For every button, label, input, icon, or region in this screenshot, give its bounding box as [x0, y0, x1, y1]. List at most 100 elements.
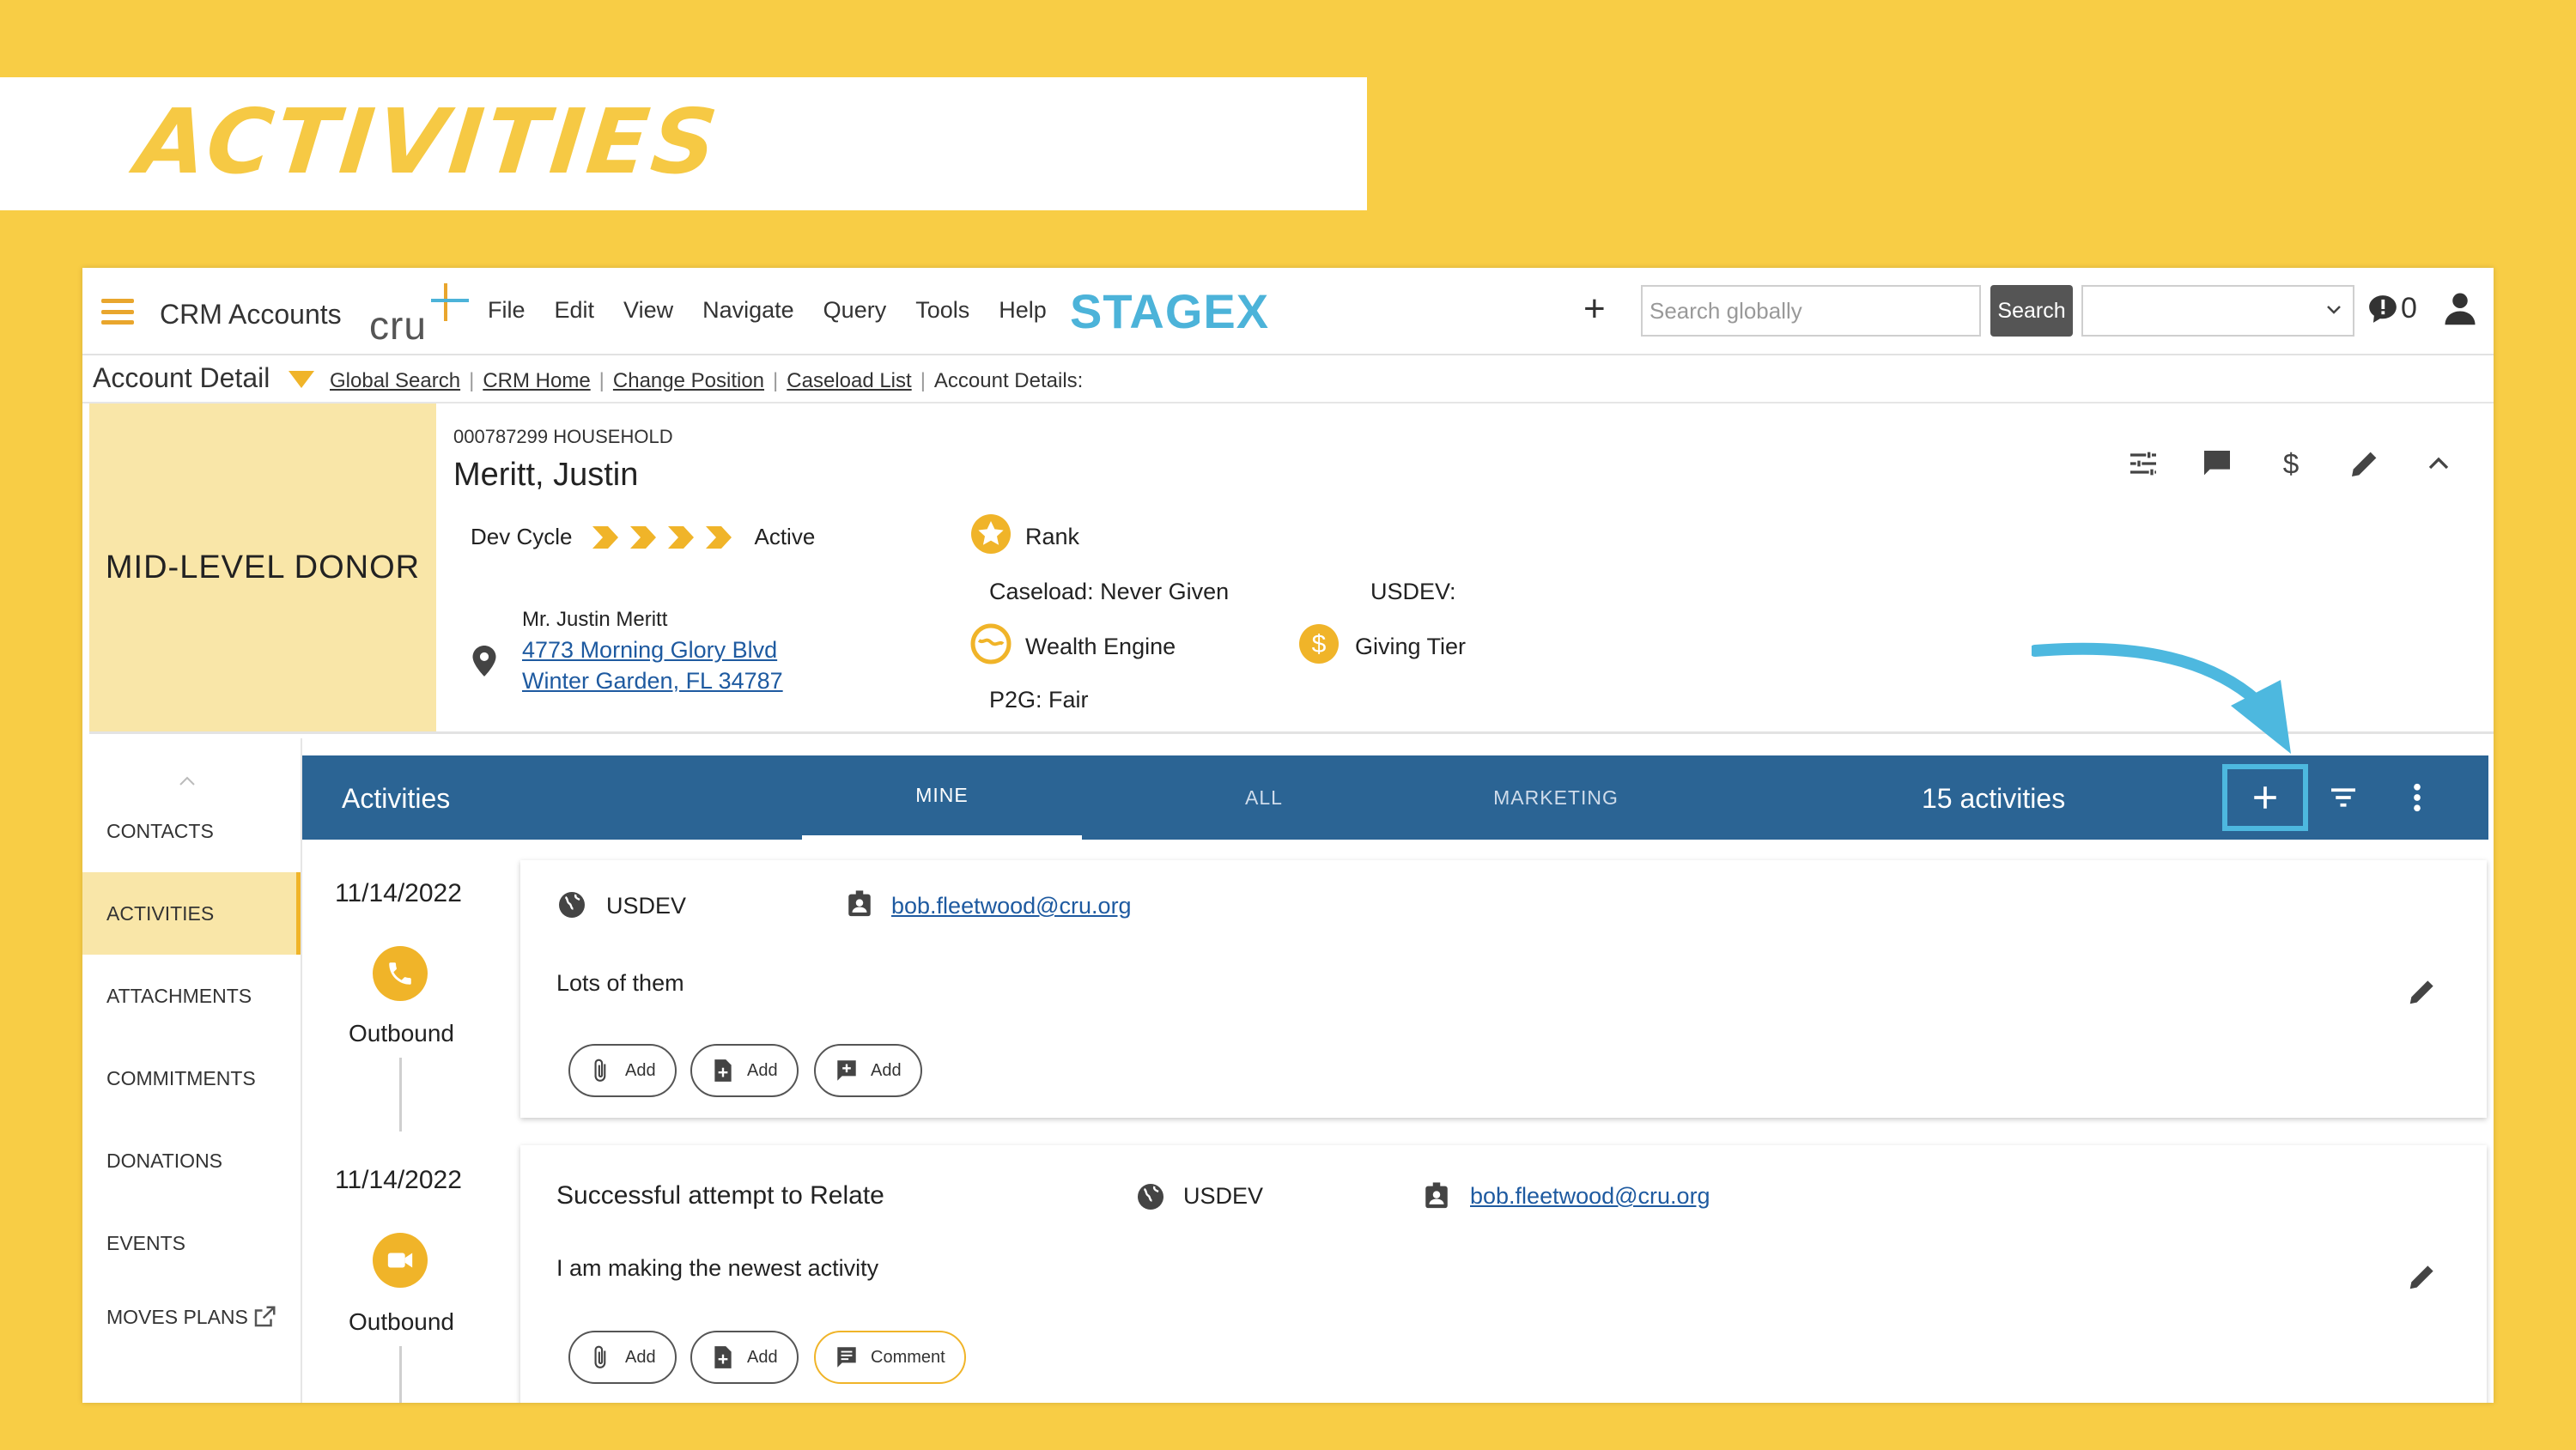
add-document-button[interactable]: Add: [690, 1044, 799, 1097]
environment-label: STAGEX: [1070, 284, 1270, 338]
chevron-step-icon: [592, 525, 619, 549]
add-activity-button[interactable]: [2222, 764, 2308, 831]
activity-date: 11/14/2022: [335, 1166, 462, 1194]
chevron-step-icon: [706, 525, 732, 549]
menu-view[interactable]: View: [623, 297, 673, 324]
tab-mine[interactable]: MINE: [802, 755, 1082, 840]
svg-text:$: $: [2283, 449, 2300, 481]
title-banner: Activities: [0, 77, 1367, 210]
dev-cycle: Dev Cycle Active: [471, 524, 815, 550]
sidebar-item-events[interactable]: EVENTS: [82, 1202, 301, 1284]
globe-icon: [1138, 1184, 1163, 1210]
menu-query[interactable]: Query: [823, 297, 887, 324]
breadcrumb-links: Global Search | CRM Home | Change Position…: [330, 369, 1084, 393]
section-dropdown-icon[interactable]: [289, 371, 314, 388]
breadcrumb-caseload-list[interactable]: Caseload List: [787, 369, 911, 393]
timeline-connector: [399, 1058, 402, 1131]
activities-header-bar: Activities MINE ALL MARKETING 15 activit…: [302, 755, 2488, 840]
position-select[interactable]: [2081, 285, 2354, 337]
notifications[interactable]: 0: [2366, 292, 2417, 325]
add-attachment-button[interactable]: Add: [568, 1044, 677, 1097]
comment-button[interactable]: Comment: [814, 1331, 966, 1384]
sidebar-item-donations[interactable]: DONATIONS: [82, 1119, 301, 1202]
button-label: Add: [625, 1347, 656, 1367]
dev-cycle-progress: [592, 525, 732, 549]
sidebar-item-activities[interactable]: ACTIVITIES: [82, 872, 301, 955]
chevron-step-icon: [668, 525, 695, 549]
annotation-arrow-icon: [2032, 642, 2291, 754]
activities-title: Activities: [342, 783, 451, 814]
wealth-engine-label: Wealth Engine: [1025, 634, 1176, 659]
svg-text:$: $: [1312, 630, 1327, 658]
p2g-value: P2G: Fair: [989, 687, 1089, 713]
hamburger-menu-icon[interactable]: [101, 299, 134, 325]
banner-title: Activities: [131, 89, 726, 194]
breadcrumb: Account Detail Global Search | CRM Home | …: [82, 355, 2494, 403]
sidebar-item-commitments[interactable]: COMMITMENTS: [82, 1037, 301, 1119]
paperclip-icon: [594, 1059, 606, 1082]
breadcrumb-current: Account Details:: [933, 369, 1084, 392]
add-document-button[interactable]: Add: [690, 1331, 799, 1384]
filter-icon[interactable]: [2325, 780, 2361, 816]
activity-note: I am making the newest activity: [556, 1255, 879, 1281]
activity-org: USDEV: [606, 893, 687, 919]
activity-card: Successful attempt to Relate USDEV bob.f…: [520, 1145, 2487, 1403]
alert-bubble-icon: [2369, 294, 2397, 323]
dev-cycle-label: Dev Cycle: [471, 524, 573, 549]
dev-cycle-status: Active: [754, 524, 816, 549]
menu-edit[interactable]: Edit: [555, 297, 595, 324]
more-vert-icon[interactable]: [2399, 780, 2435, 816]
global-search-input[interactable]: [1641, 285, 1981, 337]
global-add-icon[interactable]: +: [1583, 290, 1606, 328]
edit-pencil-icon[interactable]: [2348, 446, 2382, 481]
search-button[interactable]: Search: [1990, 285, 2073, 337]
add-comment-button[interactable]: Add: [814, 1044, 922, 1097]
account-name: Meritt, Justin: [453, 457, 639, 493]
cru-logo: cru: [369, 280, 472, 349]
activity-card: USDEV bob.fleetwood@cru.org Lots of them…: [520, 860, 2487, 1118]
button-label: Add: [625, 1060, 656, 1080]
header-actions: $: [2126, 446, 2456, 481]
timeline-connector: [399, 1346, 402, 1403]
activity-org: USDEV: [1183, 1183, 1264, 1209]
sidebar-item-attachments[interactable]: ATTACHMENTS: [82, 955, 301, 1037]
edit-pencil-icon[interactable]: [2406, 1260, 2439, 1293]
menu-help[interactable]: Help: [999, 297, 1047, 324]
activity-type-badge: [373, 1233, 428, 1288]
sidebar-item-contacts[interactable]: CONTACTS: [82, 790, 301, 872]
crm-app-window: CRM Accounts cru File Edit View Navigate…: [82, 268, 2494, 1403]
breadcrumb-crm-home[interactable]: CRM Home: [483, 369, 590, 393]
breadcrumb-global-search[interactable]: Global Search: [330, 369, 460, 393]
breadcrumb-change-position[interactable]: Change Position: [613, 369, 764, 393]
sidebar-item-moves-plans[interactable]: MOVES PLANS: [82, 1276, 301, 1358]
add-attachment-button[interactable]: Add: [568, 1331, 677, 1384]
menu-tools[interactable]: Tools: [915, 297, 969, 324]
button-label: Comment: [871, 1347, 945, 1367]
tab-all[interactable]: ALL: [1161, 755, 1367, 840]
video-icon: [387, 1253, 413, 1268]
tune-icon[interactable]: [2126, 446, 2160, 481]
address-line1-link[interactable]: 4773 Morning Glory Blvd: [522, 637, 777, 664]
tab-marketing[interactable]: MARKETING: [1410, 755, 1702, 840]
household-id: 000787299 HOUSEHOLD: [453, 426, 673, 447]
address-line2-link[interactable]: Winter Garden, FL 34787: [522, 668, 783, 695]
chat-icon[interactable]: [2200, 446, 2234, 481]
activity-email-link[interactable]: bob.fleetwood@cru.org: [891, 893, 1132, 919]
usdev-label: USDEV:: [1370, 579, 1456, 604]
dollar-sign-icon[interactable]: $: [2274, 446, 2308, 481]
donor-level-label: MID-LEVEL DONOR: [105, 549, 421, 585]
activity-date: 11/14/2022: [335, 879, 462, 907]
collapse-chevron-icon[interactable]: [2421, 446, 2456, 481]
plus-icon: [2254, 786, 2276, 809]
activity-email-link[interactable]: bob.fleetwood@cru.org: [1470, 1183, 1710, 1210]
menu-navigate[interactable]: Navigate: [702, 297, 794, 324]
location-pin-icon: [472, 646, 496, 676]
edit-pencil-icon[interactable]: [2406, 975, 2439, 1008]
user-account-icon[interactable]: [2442, 290, 2478, 326]
contact-badge-icon: [1425, 1182, 1448, 1209]
notification-count: 0: [2401, 292, 2417, 325]
scroll-up-icon[interactable]: [177, 773, 197, 788]
menu-file[interactable]: File: [488, 297, 526, 324]
rank-label: Rank: [1025, 524, 1080, 549]
paperclip-icon: [594, 1345, 606, 1368]
